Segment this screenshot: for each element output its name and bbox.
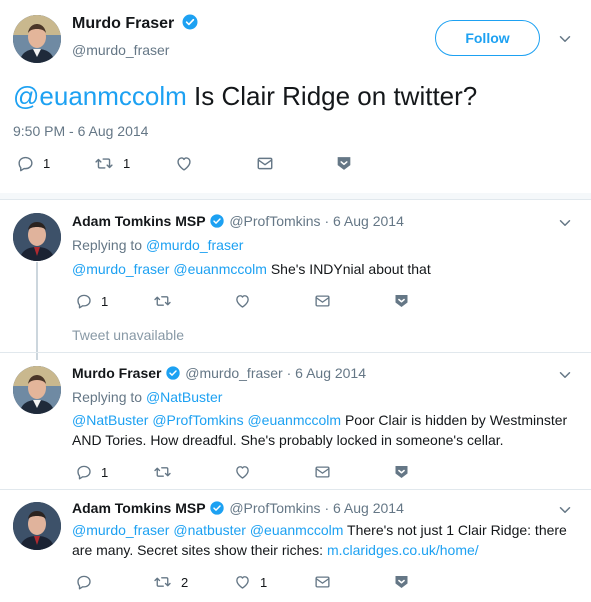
retweet-action[interactable]: 1 — [93, 154, 130, 173]
like-icon — [233, 573, 252, 591]
verified-icon — [181, 13, 199, 31]
reply-tweet[interactable]: Murdo Fraser @murdo_fraser · 6 Aug 2014 … — [0, 353, 591, 491]
follow-button[interactable]: Follow — [435, 20, 540, 56]
author-name[interactable]: Murdo Fraser — [72, 365, 161, 381]
tweet-body-line2: are many. Secret sites show their riches… — [72, 542, 327, 558]
avatar[interactable] — [13, 366, 61, 414]
dm-icon — [255, 154, 275, 173]
verified-icon — [209, 213, 225, 229]
dm-icon — [313, 573, 332, 591]
reply-action[interactable]: 1 — [16, 154, 50, 173]
like-icon — [174, 154, 194, 173]
reply-icon — [16, 154, 35, 173]
bookmark-icon — [334, 154, 354, 173]
author-handle[interactable]: @ProfTomkins — [229, 213, 320, 229]
reply-tweet[interactable]: Adam Tomkins MSP @ProfTomkins · 6 Aug 20… — [0, 490, 591, 602]
reply-icon — [75, 573, 93, 591]
tweet-body-line2: AND Tories. How dreadful. She's probably… — [72, 432, 504, 448]
tweet-body: She's INDYnial about that — [266, 261, 431, 277]
avatar[interactable] — [13, 502, 61, 550]
reply-count: 1 — [101, 293, 109, 309]
author-name[interactable]: Adam Tomkins MSP — [72, 500, 206, 516]
tweet-text: @euanmccolm Is Clair Ridge on twitter? — [13, 80, 477, 112]
avatar[interactable] — [13, 213, 61, 261]
reply-count: 1 — [101, 464, 109, 480]
chevron-down-icon[interactable] — [556, 214, 574, 232]
reply-count: 1 — [43, 156, 51, 171]
bookmark-action[interactable] — [392, 463, 411, 481]
retweet-action[interactable] — [152, 292, 173, 310]
tweet-body: There's not just 1 Clair Ridge: there — [343, 522, 567, 538]
retweet-icon — [152, 573, 173, 591]
chevron-down-icon[interactable] — [556, 501, 574, 519]
author-handle[interactable]: @ProfTomkins — [229, 500, 320, 516]
author-handle[interactable]: @murdo_fraser — [72, 42, 169, 58]
main-tweet: Murdo Fraser @murdo_fraser Follow @euanm… — [0, 0, 591, 200]
tweet-date[interactable]: · 6 Aug 2014 — [324, 213, 403, 229]
bookmark-action[interactable] — [392, 292, 411, 310]
reply-action[interactable]: 1 — [75, 292, 108, 310]
reply-icon — [75, 292, 93, 310]
mention-links[interactable]: @murdo_fraser @natbuster @euanmccolm — [72, 522, 343, 538]
retweet-action[interactable]: 2 — [152, 573, 188, 591]
replying-to-label: Replying to — [72, 237, 146, 253]
retweet-action[interactable] — [152, 463, 173, 481]
reply-icon — [75, 463, 93, 481]
author-handle[interactable]: @murdo_fraser — [185, 365, 282, 381]
mention-links[interactable]: @NatBuster @ProfTomkins @euanmccolm — [72, 412, 341, 428]
retweet-icon — [152, 463, 173, 481]
retweet-icon — [93, 154, 115, 173]
replying-to-link[interactable]: @NatBuster — [146, 389, 222, 405]
like-action[interactable] — [233, 463, 252, 481]
timestamp[interactable]: 9:50 PM - 6 Aug 2014 — [13, 123, 148, 139]
dm-action[interactable] — [313, 573, 332, 591]
reply-action[interactable]: 1 — [75, 463, 108, 481]
mention-link[interactable]: @euanmccolm — [13, 81, 187, 111]
external-link[interactable]: m.claridges.co.uk/home/ — [327, 542, 479, 558]
like-icon — [233, 463, 252, 481]
retweet-icon — [152, 292, 173, 310]
like-icon — [233, 292, 252, 310]
mention-links[interactable]: @murdo_fraser @euanmccolm — [72, 261, 267, 277]
dm-action[interactable] — [313, 292, 332, 310]
tweet-date[interactable]: · 6 Aug 2014 — [324, 500, 403, 516]
chevron-down-icon[interactable] — [556, 30, 574, 48]
bookmark-icon — [392, 292, 411, 310]
dm-action[interactable] — [255, 154, 275, 173]
like-action[interactable] — [174, 154, 194, 173]
dm-action[interactable] — [313, 463, 332, 481]
replying-to-link[interactable]: @murdo_fraser — [146, 237, 243, 253]
bookmark-icon — [392, 573, 411, 591]
dm-icon — [313, 292, 332, 310]
tweet-date[interactable]: · 6 Aug 2014 — [287, 365, 366, 381]
tweet-body: Is Clair Ridge on twitter? — [186, 81, 478, 111]
reply-action[interactable] — [75, 573, 93, 591]
bookmark-action[interactable] — [334, 154, 354, 173]
verified-icon — [165, 365, 181, 381]
author-name[interactable]: Adam Tomkins MSP — [72, 213, 206, 229]
replying-to-label: Replying to — [72, 389, 146, 405]
retweet-count: 2 — [181, 574, 189, 590]
bookmark-icon — [392, 463, 411, 481]
bookmark-action[interactable] — [392, 573, 411, 591]
avatar[interactable] — [13, 15, 61, 63]
chevron-down-icon[interactable] — [556, 366, 574, 384]
verified-icon — [209, 500, 225, 516]
tweet-body: Poor Clair is hidden by Westminster — [341, 412, 568, 428]
reply-tweet[interactable]: Adam Tomkins MSP @ProfTomkins · 6 Aug 20… — [0, 200, 591, 318]
retweet-count: 1 — [123, 156, 131, 171]
dm-icon — [313, 463, 332, 481]
author-name[interactable]: Murdo Fraser — [72, 15, 174, 32]
like-count: 1 — [260, 574, 268, 590]
like-action[interactable]: 1 — [233, 573, 267, 591]
tweet-unavailable: Tweet unavailable — [72, 327, 185, 343]
like-action[interactable] — [233, 292, 252, 310]
